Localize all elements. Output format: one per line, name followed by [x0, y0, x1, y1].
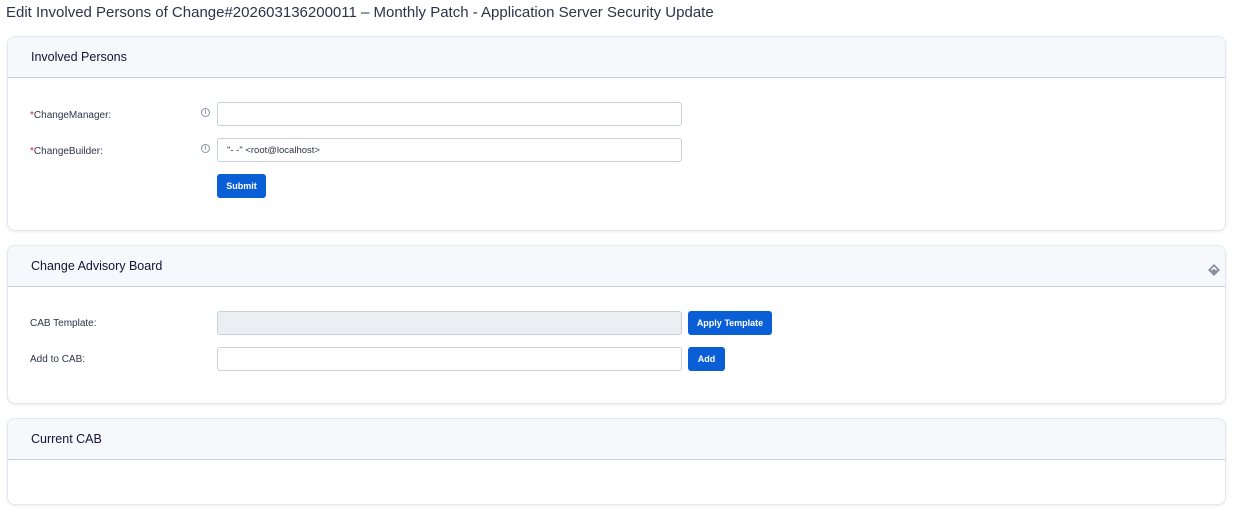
involved-persons-panel: Involved Persons *ChangeManager: i *Chan… — [7, 36, 1226, 231]
cab-title: Change Advisory Board — [31, 259, 163, 273]
cab-template-label: CAB Template: — [30, 318, 97, 329]
add-button[interactable]: Add — [688, 347, 725, 371]
change-advisory-board-panel: Change Advisory Board CAB Template: Appl… — [7, 245, 1226, 404]
submit-button[interactable]: Submit — [217, 174, 266, 198]
add-to-cab-input[interactable] — [217, 347, 682, 371]
change-manager-input[interactable] — [217, 102, 682, 126]
current-cab-panel: Current CAB — [7, 418, 1226, 505]
change-builder-input[interactable] — [217, 138, 682, 162]
page-title: Edit Involved Persons of Change#20260313… — [6, 4, 714, 21]
collapse-toggle-icon[interactable] — [1207, 263, 1221, 277]
current-cab-title: Current CAB — [31, 432, 102, 446]
info-icon[interactable]: i — [201, 108, 210, 117]
involved-persons-header: Involved Persons — [8, 37, 1225, 78]
cab-template-input[interactable] — [217, 311, 682, 335]
apply-template-button[interactable]: Apply Template — [688, 311, 772, 335]
change-manager-label: *ChangeManager: — [30, 110, 112, 121]
change-builder-label: *ChangeBuilder: — [30, 146, 103, 157]
cab-header: Change Advisory Board — [8, 246, 1225, 287]
info-icon[interactable]: i — [201, 144, 210, 153]
add-to-cab-label: Add to CAB: — [30, 354, 86, 365]
current-cab-header: Current CAB — [8, 419, 1225, 460]
involved-persons-title: Involved Persons — [31, 50, 127, 64]
